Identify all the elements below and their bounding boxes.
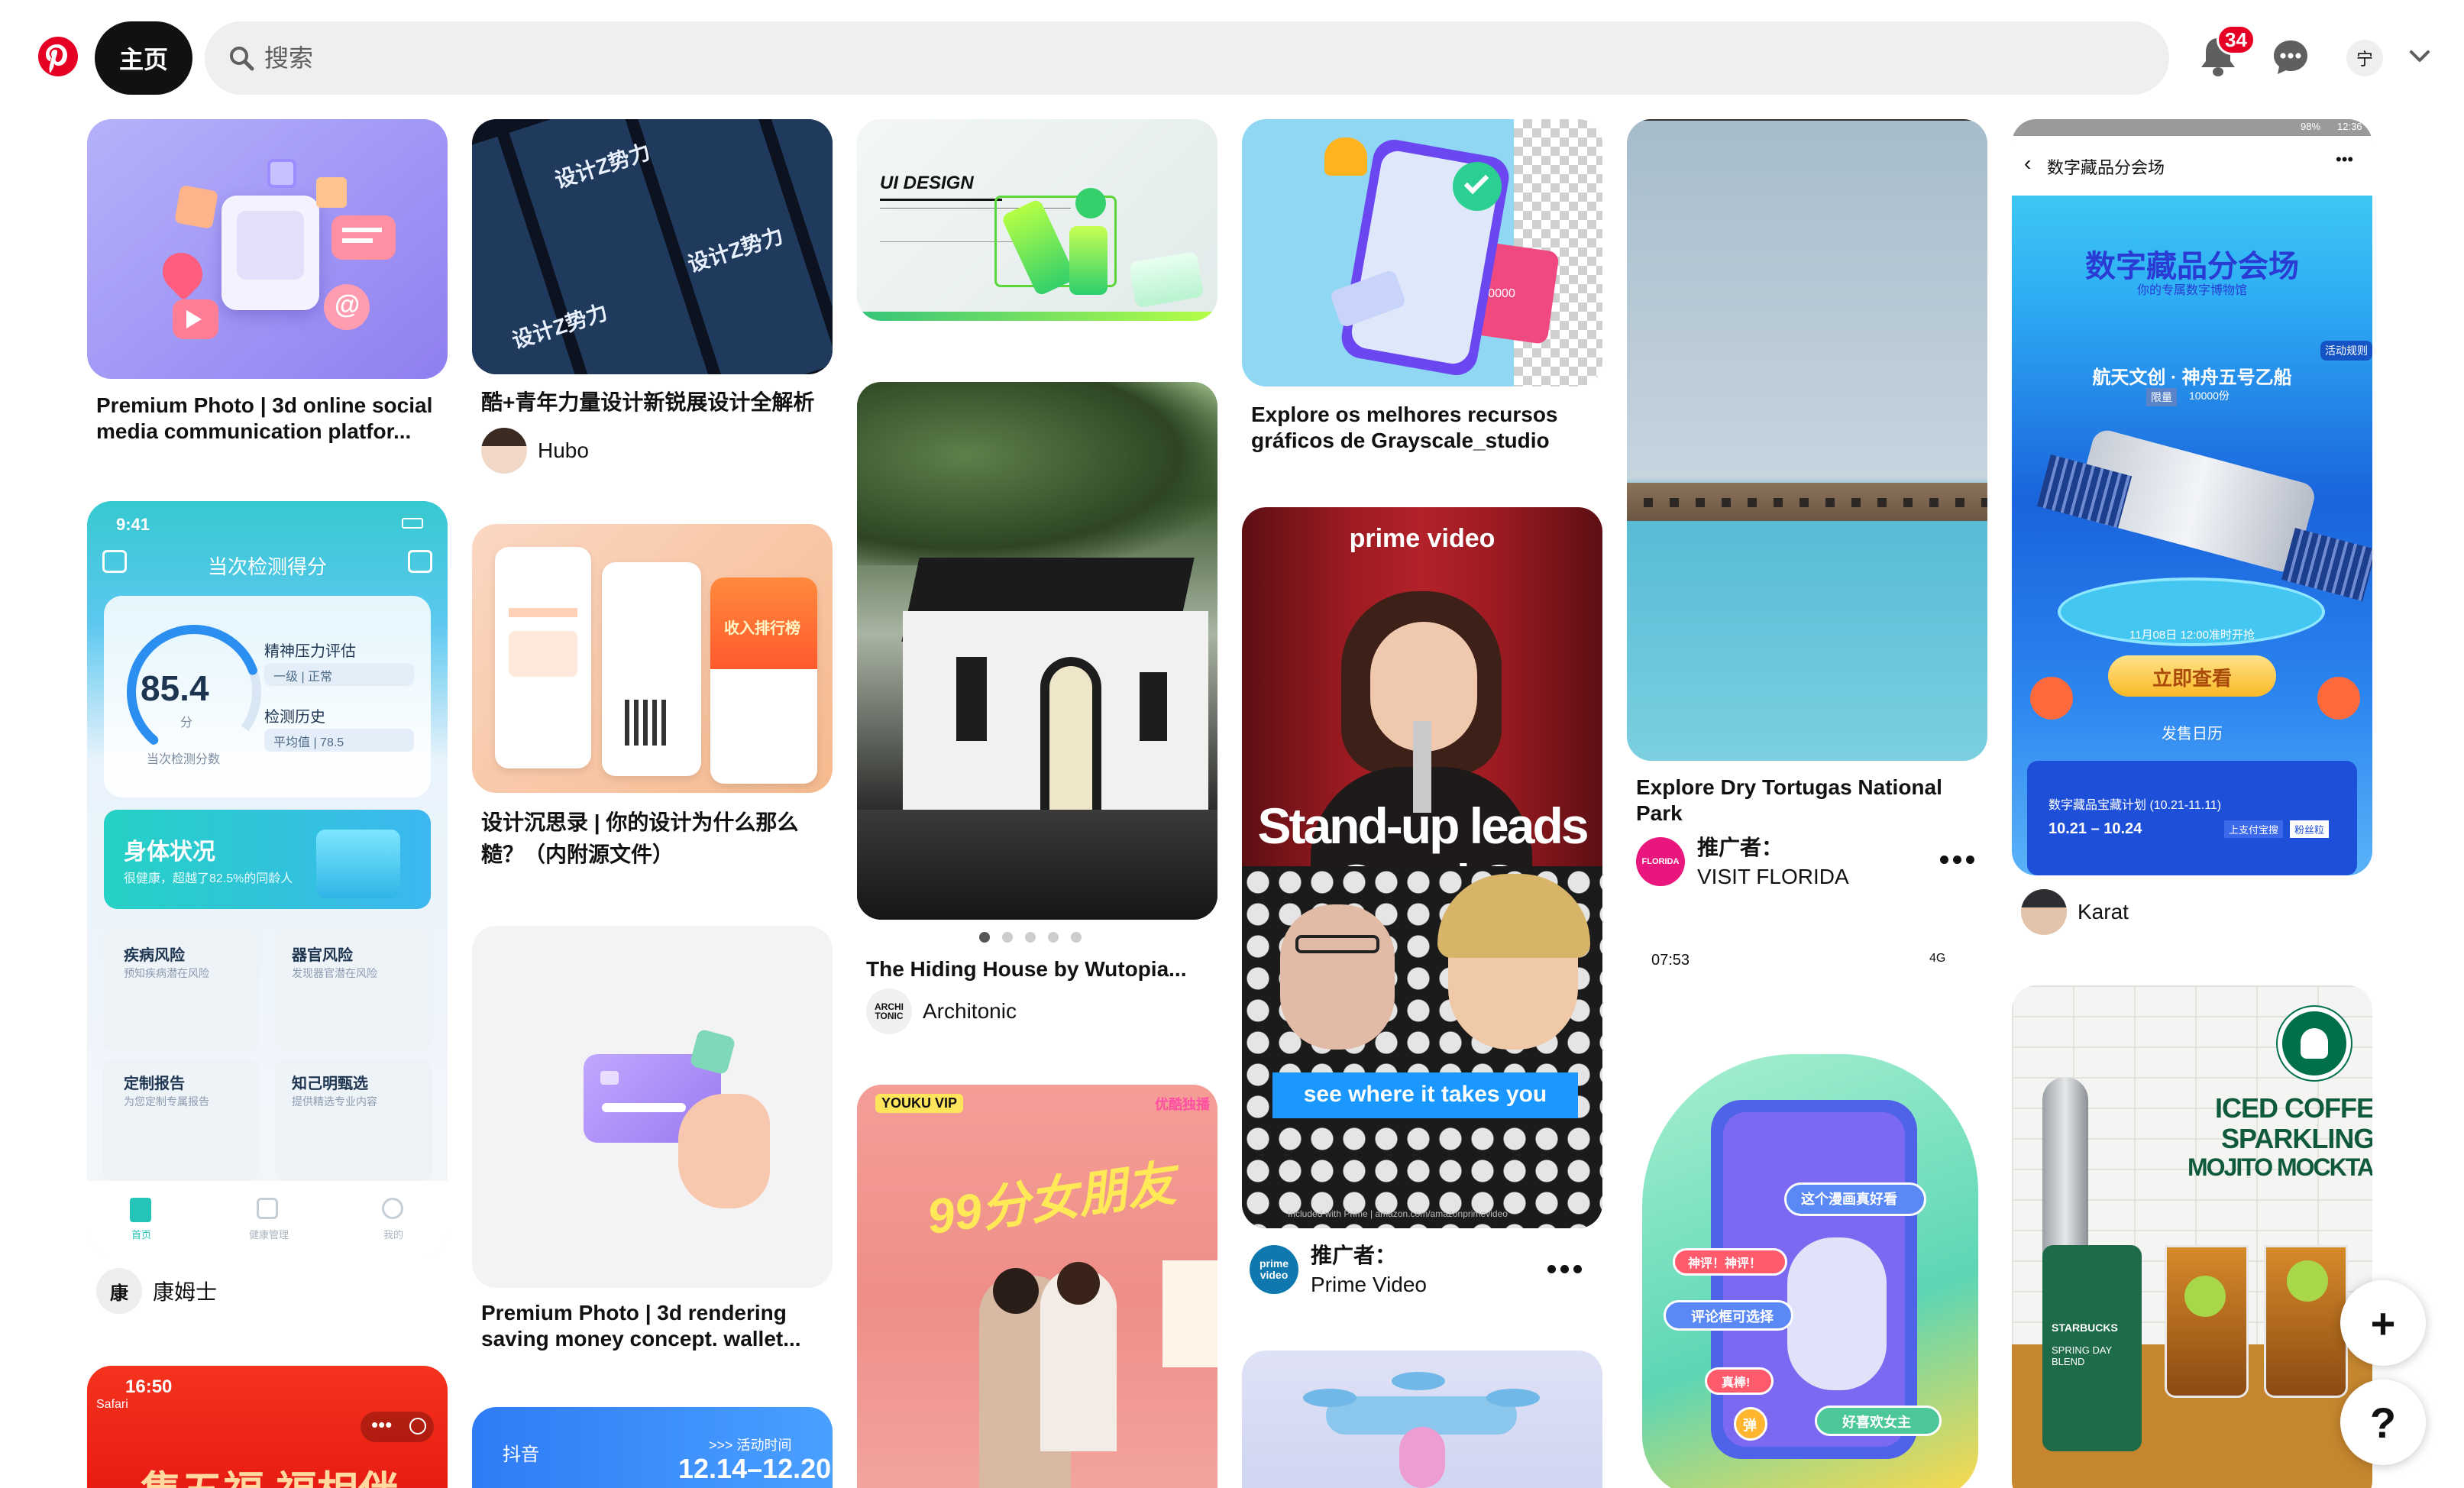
help-button[interactable]: ? bbox=[2340, 1380, 2426, 1465]
author-avatar bbox=[481, 428, 527, 474]
share-icon bbox=[408, 550, 432, 573]
pin-title[interactable]: 酷+青年力量设计新锐展设计全解析 bbox=[481, 390, 825, 416]
pinterest-logo-icon[interactable] bbox=[38, 37, 78, 76]
battery-icon bbox=[402, 518, 423, 529]
pin-author[interactable]: ARCHI TONIC Architonic bbox=[866, 988, 1017, 1034]
pin-image-ui-design[interactable]: UI DESIGN bbox=[857, 119, 1217, 321]
pin-title[interactable]: 设计沉思录 | 你的设计为什么那么糙？（内附源文件） bbox=[481, 807, 825, 871]
pin-image-design-notes[interactable]: 收入排行榜 bbox=[472, 524, 833, 793]
pin-image-health-app[interactable]: 9:41 当次检测得分 85.4 分 当次检测分数 精神压力评估 一级 | 正常… bbox=[87, 501, 448, 1256]
carousel-indicator bbox=[979, 932, 1082, 943]
promoted-by[interactable]: FLORIDA 推广者： VISIT FLORIDA bbox=[1636, 831, 1987, 892]
pin-author[interactable]: 康 康姆士 bbox=[96, 1268, 217, 1314]
pin-image-prime-video[interactable]: prime video Stand-up leads to Stand Out … bbox=[1242, 507, 1602, 1228]
pin-image-drone[interactable] bbox=[1242, 1351, 1602, 1488]
author-avatar bbox=[2021, 889, 2067, 935]
pin-image-dry-tortugas[interactable] bbox=[1627, 119, 1987, 761]
pin-image-douyin[interactable]: 抖音 >>> 活动时间 12.14–12.20 bbox=[472, 1407, 833, 1488]
home-tab-icon bbox=[130, 1198, 151, 1222]
search-icon bbox=[230, 47, 254, 71]
advertiser-avatar: prime video bbox=[1250, 1245, 1298, 1294]
author-avatar: ARCHI TONIC bbox=[866, 988, 912, 1034]
search-bar[interactable] bbox=[205, 21, 2169, 95]
promoted-by[interactable]: prime video 推广者： Prime Video bbox=[1250, 1239, 1601, 1300]
search-input[interactable] bbox=[264, 21, 2097, 95]
pin-title[interactable]: Explore Dry Tortugas National Park bbox=[1636, 775, 1980, 826]
notification-badge: 34 bbox=[2217, 24, 2255, 55]
more-options-icon[interactable] bbox=[1940, 852, 1977, 868]
pin-image-wallet[interactable] bbox=[472, 926, 833, 1288]
home-button[interactable]: 主页 bbox=[95, 21, 192, 95]
health-tab-icon bbox=[257, 1198, 278, 1219]
profile-tab-icon bbox=[382, 1198, 403, 1219]
back-arrow-icon: ‹ bbox=[2024, 151, 2032, 175]
create-pin-button[interactable]: + bbox=[2340, 1280, 2426, 1366]
pin-image-fu-promo[interactable]: 16:50 Safari ••• 集五福 福相伴 bbox=[87, 1366, 448, 1488]
pin-image-hiding-house[interactable] bbox=[857, 382, 1217, 920]
pin-title[interactable]: Premium Photo | 3d online social media c… bbox=[96, 393, 440, 445]
user-avatar[interactable]: 宁 bbox=[2346, 40, 2383, 76]
more-icon: ••• bbox=[2336, 150, 2354, 169]
author-avatar: 康 bbox=[96, 1268, 142, 1314]
pin-image-youth-design[interactable]: 设计Z势力 设计Z势力 设计Z势力 bbox=[472, 119, 833, 374]
pin-image-digital-collection[interactable]: 98% 12:36 ‹ 数字藏品分会场 ••• 数字藏品分会场 你的专属数字博物… bbox=[2012, 119, 2372, 875]
pin-image-starbucks[interactable]: ICED COFFEE SPARKLING MOJITO MOCKTAIL ST… bbox=[2012, 985, 2372, 1488]
pin-image-comic-app[interactable]: 07:53 4G 这个漫画真好看 神评！神评！ 评论框可选择 真棒! 好喜欢女主… bbox=[1627, 940, 1987, 1488]
pin-author[interactable]: Karat bbox=[2021, 889, 2129, 935]
pin-image-youku-drama[interactable]: YOUKU VIP 优酷独播 99分女朋友 bbox=[857, 1085, 1217, 1488]
pin-image-grayscale[interactable]: 00 0000 bbox=[1242, 119, 1602, 387]
pin-author[interactable]: Hubo bbox=[481, 428, 589, 474]
pin-title[interactable]: The Hiding House by Wutopia... bbox=[866, 956, 1210, 982]
messages-icon[interactable] bbox=[2272, 38, 2310, 76]
chevron-down-icon[interactable] bbox=[2409, 49, 2430, 64]
top-navigation-bar: 主页 34 宁 bbox=[0, 0, 2464, 115]
close-icon bbox=[409, 1418, 426, 1435]
advertiser-avatar: FLORIDA bbox=[1636, 837, 1685, 886]
more-icon: ••• bbox=[371, 1413, 393, 1436]
pin-title[interactable]: Premium Photo | 3d rendering saving mone… bbox=[481, 1300, 825, 1352]
more-options-icon[interactable] bbox=[1547, 1262, 1584, 1277]
pin-title[interactable]: Explore os melhores recursos gráficos de… bbox=[1251, 402, 1595, 454]
pin-image-social-media[interactable]: @ bbox=[87, 119, 448, 379]
